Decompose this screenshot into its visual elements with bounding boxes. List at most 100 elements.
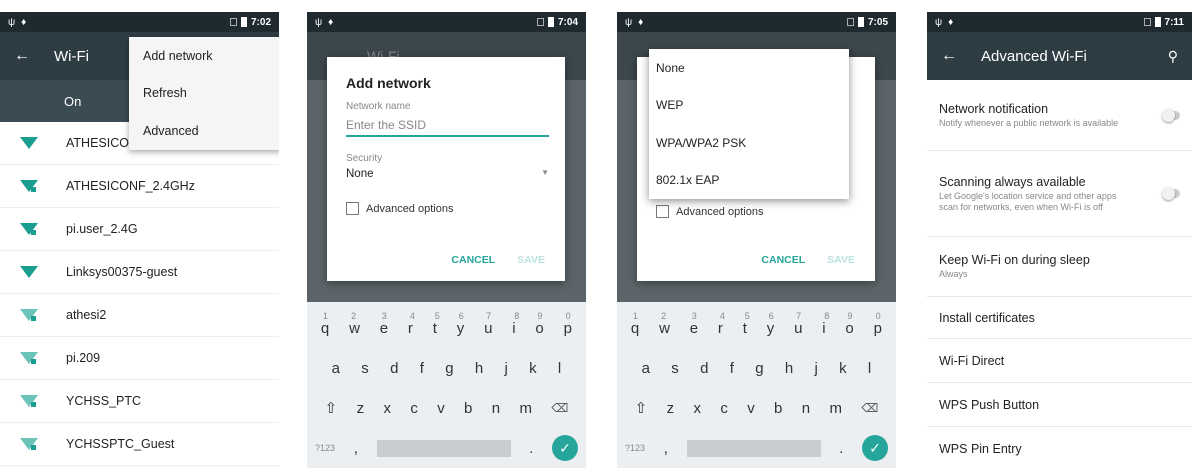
security-option-wpa[interactable]: WPA/WPA2 PSK bbox=[649, 124, 849, 162]
settings-item[interactable]: WPS Push Button bbox=[927, 383, 1192, 427]
done-check-icon[interactable]: ✓ bbox=[552, 435, 578, 461]
key-z[interactable]: z bbox=[667, 400, 675, 417]
network-row[interactable]: pi.user_2.4G bbox=[0, 208, 279, 251]
key-d[interactable]: d bbox=[390, 360, 398, 377]
key-j[interactable]: j bbox=[814, 360, 817, 377]
backspace-icon[interactable]: ⌫ bbox=[861, 401, 878, 415]
key-y[interactable]: 6y bbox=[767, 311, 775, 337]
key-v[interactable]: v bbox=[437, 400, 445, 417]
period-key[interactable]: . bbox=[839, 440, 843, 457]
key-o[interactable]: 9o bbox=[845, 311, 853, 337]
done-check-icon[interactable]: ✓ bbox=[862, 435, 888, 461]
network-row[interactable]: YCHSSPTC_Guest bbox=[0, 423, 279, 466]
back-arrow-icon[interactable]: ← bbox=[941, 47, 963, 65]
period-key[interactable]: . bbox=[529, 440, 533, 457]
toggle-switch[interactable] bbox=[1162, 108, 1180, 122]
key-m[interactable]: m bbox=[519, 400, 532, 417]
save-button[interactable]: SAVE bbox=[827, 254, 855, 266]
key-m[interactable]: m bbox=[829, 400, 842, 417]
key-j[interactable]: j bbox=[504, 360, 507, 377]
key-w[interactable]: 2w bbox=[349, 311, 360, 337]
settings-item[interactable]: Scanning always available Let Google's lo… bbox=[927, 151, 1192, 237]
advanced-options-checkbox[interactable]: Advanced options bbox=[656, 205, 763, 218]
key-r[interactable]: 4r bbox=[718, 311, 725, 337]
menu-add-network[interactable]: Add network bbox=[129, 37, 279, 75]
key-c[interactable]: c bbox=[410, 400, 418, 417]
search-icon[interactable]: ⚲ bbox=[1168, 48, 1178, 65]
network-row[interactable]: athesi2 bbox=[0, 294, 279, 337]
cancel-button[interactable]: CANCEL bbox=[451, 254, 495, 266]
key-n[interactable]: n bbox=[802, 400, 810, 417]
settings-item[interactable]: Keep Wi-Fi on during sleep Always bbox=[927, 237, 1192, 297]
settings-item[interactable]: Wi-Fi Direct bbox=[927, 339, 1192, 383]
key-x[interactable]: x bbox=[693, 400, 701, 417]
back-arrow-icon[interactable]: ← bbox=[14, 47, 36, 65]
key-l[interactable]: l bbox=[868, 360, 871, 377]
backspace-icon[interactable]: ⌫ bbox=[551, 401, 568, 415]
symbols-key[interactable]: ?123 bbox=[315, 443, 335, 453]
cancel-button[interactable]: CANCEL bbox=[761, 254, 805, 266]
security-option-wep[interactable]: WEP bbox=[649, 87, 849, 125]
key-w[interactable]: 2w bbox=[659, 311, 670, 337]
key-n[interactable]: n bbox=[492, 400, 500, 417]
settings-item[interactable]: WPS Pin Entry bbox=[927, 427, 1192, 468]
key-s[interactable]: s bbox=[671, 360, 679, 377]
key-u[interactable]: 7u bbox=[794, 311, 802, 337]
key-b[interactable]: b bbox=[774, 400, 782, 417]
key-l[interactable]: l bbox=[558, 360, 561, 377]
network-row[interactable]: ATHESICONF_2.4GHz bbox=[0, 165, 279, 208]
key-z[interactable]: z bbox=[357, 400, 365, 417]
key-v[interactable]: v bbox=[747, 400, 755, 417]
symbols-key[interactable]: ?123 bbox=[625, 443, 645, 453]
key-c[interactable]: c bbox=[720, 400, 728, 417]
key-x[interactable]: x bbox=[383, 400, 391, 417]
ssid-input[interactable]: Enter the SSID bbox=[346, 118, 549, 137]
settings-item[interactable]: Network notification Notify whenever a pu… bbox=[927, 80, 1192, 151]
key-y[interactable]: 6y bbox=[457, 311, 465, 337]
key-i[interactable]: 8i bbox=[512, 311, 519, 337]
advanced-options-checkbox[interactable]: Advanced options bbox=[346, 202, 565, 215]
network-row[interactable]: pi.209 bbox=[0, 337, 279, 380]
settings-item[interactable]: Install certificates bbox=[927, 297, 1192, 339]
comma-key[interactable]: , bbox=[354, 440, 358, 457]
key-k[interactable]: k bbox=[529, 360, 537, 377]
key-a[interactable]: a bbox=[332, 360, 340, 377]
key-t[interactable]: 5t bbox=[433, 311, 440, 337]
network-row[interactable]: Linksys00375-guest bbox=[0, 251, 279, 294]
toggle-switch[interactable] bbox=[1162, 187, 1180, 200]
key-e[interactable]: 3e bbox=[380, 311, 388, 337]
key-d[interactable]: d bbox=[700, 360, 708, 377]
key-e[interactable]: 3e bbox=[690, 311, 698, 337]
key-g[interactable]: g bbox=[445, 360, 453, 377]
key-r[interactable]: 4r bbox=[408, 311, 415, 337]
space-bar[interactable] bbox=[376, 439, 511, 457]
network-row[interactable]: YCHSS_PTC bbox=[0, 380, 279, 423]
key-q[interactable]: 1q bbox=[631, 311, 639, 337]
security-option-none[interactable]: None bbox=[649, 49, 849, 87]
menu-refresh[interactable]: Refresh bbox=[129, 75, 279, 113]
key-f[interactable]: f bbox=[730, 360, 734, 377]
comma-key[interactable]: , bbox=[664, 440, 668, 457]
shift-icon[interactable]: ⇧ bbox=[635, 399, 648, 417]
space-bar[interactable] bbox=[686, 439, 821, 457]
security-select[interactable]: None ▼ bbox=[346, 168, 549, 180]
key-f[interactable]: f bbox=[420, 360, 424, 377]
key-p[interactable]: 0p bbox=[874, 311, 882, 337]
menu-advanced[interactable]: Advanced bbox=[129, 112, 279, 150]
key-q[interactable]: 1q bbox=[321, 311, 329, 337]
shift-icon[interactable]: ⇧ bbox=[325, 399, 338, 417]
key-h[interactable]: h bbox=[475, 360, 483, 377]
key-o[interactable]: 9o bbox=[535, 311, 543, 337]
key-i[interactable]: 8i bbox=[822, 311, 829, 337]
key-a[interactable]: a bbox=[642, 360, 650, 377]
key-k[interactable]: k bbox=[839, 360, 847, 377]
key-u[interactable]: 7u bbox=[484, 311, 492, 337]
key-g[interactable]: g bbox=[755, 360, 763, 377]
security-option-eap[interactable]: 802.1x EAP bbox=[649, 162, 849, 200]
key-p[interactable]: 0p bbox=[564, 311, 572, 337]
key-t[interactable]: 5t bbox=[743, 311, 750, 337]
save-button[interactable]: SAVE bbox=[517, 254, 545, 266]
key-h[interactable]: h bbox=[785, 360, 793, 377]
key-b[interactable]: b bbox=[464, 400, 472, 417]
key-s[interactable]: s bbox=[361, 360, 369, 377]
